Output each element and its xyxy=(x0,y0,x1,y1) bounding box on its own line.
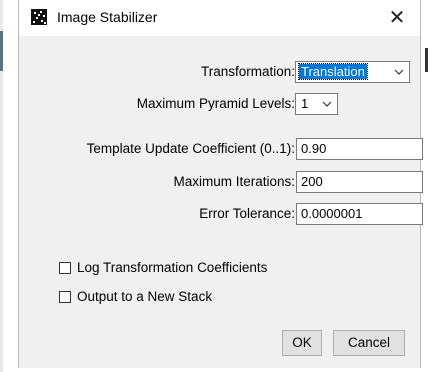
output-new-stack-checkbox[interactable] xyxy=(59,291,71,303)
chevron-down-icon xyxy=(394,69,404,75)
chevron-down-icon xyxy=(322,101,332,107)
log-coefficients-checkbox[interactable] xyxy=(59,262,71,274)
app-icon xyxy=(31,9,47,25)
transformation-value: Translation xyxy=(298,63,368,80)
template-update-label: Template Update Coefficient (0..1): xyxy=(86,141,295,156)
pyramid-levels-select[interactable]: 1 xyxy=(295,93,338,115)
pyramid-levels-label: Maximum Pyramid Levels: xyxy=(136,96,295,111)
image-stabilizer-dialog: Image Stabilizer ✕ Transformation: Trans… xyxy=(18,0,423,368)
output-new-stack-label: Output to a New Stack xyxy=(77,289,213,304)
template-update-input[interactable]: 0.90 xyxy=(296,138,423,160)
close-icon: ✕ xyxy=(388,7,406,29)
background-window-marker xyxy=(0,31,3,71)
max-iterations-label: Maximum Iterations: xyxy=(173,174,295,189)
cancel-button[interactable]: Cancel xyxy=(333,330,405,356)
title-bar[interactable]: Image Stabilizer ✕ xyxy=(19,0,420,36)
close-button[interactable]: ✕ xyxy=(381,4,413,32)
template-update-value: 0.90 xyxy=(301,141,327,156)
ok-button[interactable]: OK xyxy=(282,330,322,356)
dialog-content: Transformation: Translation Maximum Pyra… xyxy=(19,36,423,368)
max-iterations-input[interactable]: 200 xyxy=(296,171,423,193)
pyramid-levels-value: 1 xyxy=(301,96,309,111)
transformation-label: Transformation: xyxy=(200,64,295,79)
max-iterations-value: 200 xyxy=(301,174,323,189)
log-coefficients-label: Log Transformation Coefficients xyxy=(77,260,268,275)
error-tolerance-value: 0.0000001 xyxy=(301,206,363,221)
error-tolerance-label: Error Tolerance: xyxy=(199,206,295,221)
transformation-select[interactable]: Translation xyxy=(295,61,410,83)
error-tolerance-input[interactable]: 0.0000001 xyxy=(296,203,423,225)
window-title: Image Stabilizer xyxy=(57,9,158,25)
background-window-marker-right xyxy=(425,48,428,72)
